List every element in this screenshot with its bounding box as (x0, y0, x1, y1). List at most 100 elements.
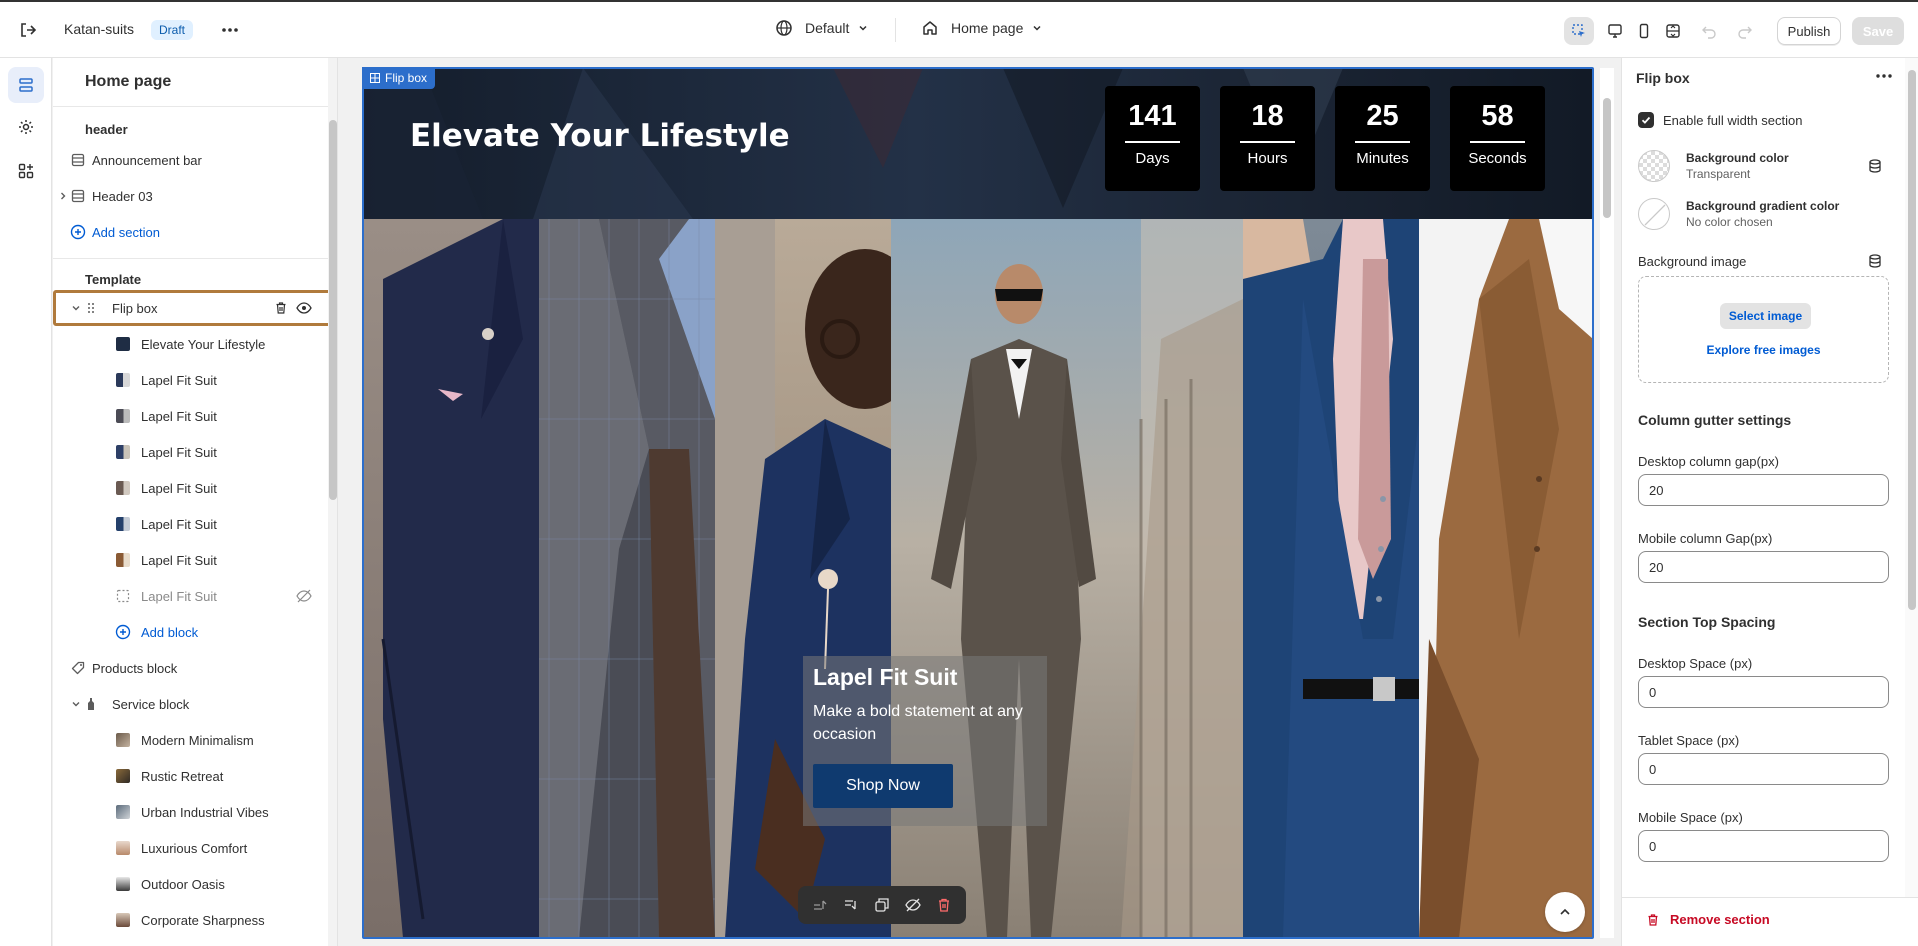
tree-item-announcement-bar[interactable]: Announcement bar (53, 144, 335, 176)
tree-item-header-03[interactable]: Header 03 (53, 180, 335, 212)
move-up-icon[interactable] (812, 897, 828, 913)
block-thumbnail (115, 804, 131, 820)
remove-section-button[interactable]: Remove section (1646, 912, 1770, 927)
tree-item-service-block[interactable]: Service block (53, 688, 335, 720)
tree-item-service[interactable]: Corporate Sharpness (53, 904, 335, 936)
select-image-button[interactable]: Select image (1720, 303, 1811, 329)
countdown-label: Seconds (1468, 150, 1527, 167)
divider (895, 18, 896, 42)
suit-image-panel[interactable] (363, 219, 539, 938)
publish-button[interactable]: Publish (1777, 17, 1841, 45)
chevron-down-icon[interactable] (70, 698, 82, 710)
suit-image-panel[interactable] (1419, 219, 1593, 938)
apps-icon[interactable] (8, 153, 44, 189)
move-down-icon[interactable] (843, 897, 859, 913)
shop-now-button[interactable]: Shop Now (813, 764, 953, 808)
tree-item-flip-box[interactable]: Flip box (53, 292, 335, 324)
database-icon[interactable] (1867, 253, 1883, 269)
add-block-button[interactable]: Add block (53, 616, 335, 648)
countdown-seconds: 58 Seconds (1450, 86, 1545, 191)
hero-title: Elevate Your Lifestyle (410, 118, 790, 154)
flip-card-overlay: Lapel Fit Suit Make a bold statement at … (803, 656, 1047, 826)
duplicate-icon[interactable] (874, 897, 890, 913)
desktop-space-input[interactable]: 0 (1638, 676, 1889, 708)
section-icon (70, 188, 86, 204)
tree-item-service[interactable]: Modern Minimalism (53, 724, 335, 756)
settings-panel: Flip box Enable full width section Backg… (1621, 58, 1918, 946)
tree-item-block[interactable]: Lapel Fit Suit (53, 436, 335, 468)
top-spacing-heading: Section Top Spacing (1638, 614, 1776, 630)
tree-item-service[interactable]: Rustic Retreat (53, 760, 335, 792)
canvas-scrollbar[interactable] (1600, 68, 1614, 938)
tree-item-label: Luxurious Comfort (141, 840, 248, 856)
mobile-view-icon[interactable] (1629, 17, 1659, 45)
block-thumbnail (115, 516, 131, 532)
tree-item-service[interactable]: Luxurious Comfort (53, 832, 335, 864)
settings-gear-icon[interactable] (8, 109, 44, 145)
tree-item-label: Elevate Your Lifestyle (141, 336, 266, 352)
eye-off-icon[interactable] (296, 588, 312, 604)
explore-free-images-link[interactable]: Explore free images (1639, 343, 1888, 357)
tree-item-block[interactable]: Elevate Your Lifestyle (53, 328, 335, 360)
chevron-right-icon[interactable] (57, 190, 69, 202)
mobile-space-input[interactable]: 0 (1638, 830, 1889, 862)
tree-item-service[interactable]: Urban Industrial Vibes (53, 796, 335, 828)
settings-scrollbar[interactable] (1905, 58, 1918, 897)
header-group-heading: header (85, 122, 128, 137)
more-actions-icon[interactable] (220, 22, 240, 38)
undo-icon[interactable] (1694, 17, 1724, 45)
mobile-gap-input[interactable]: 20 (1638, 551, 1889, 583)
theme-selector[interactable]: Default (775, 19, 869, 37)
desktop-view-icon[interactable] (1600, 17, 1630, 45)
section-selection-tag[interactable]: Flip box (362, 67, 436, 89)
page-selector[interactable]: Home page (921, 19, 1043, 37)
inspector-icon[interactable] (1564, 17, 1594, 45)
suit-image-panel[interactable] (1243, 219, 1419, 938)
tree-item-products-block[interactable]: Products block (53, 652, 335, 684)
tree-item-block[interactable]: Lapel Fit Suit (53, 400, 335, 432)
tree-item-block[interactable]: Lapel Fit Suit (53, 544, 335, 576)
background-gradient-swatch[interactable] (1638, 198, 1670, 230)
eye-icon[interactable] (296, 300, 312, 316)
background-image-dropzone[interactable]: Select image Explore free images (1638, 276, 1889, 383)
tree-item-block-hidden[interactable]: Lapel Fit Suit (53, 580, 335, 612)
flip-box-section[interactable]: Elevate Your Lifestyle 141 Days 18 Hours… (363, 68, 1593, 938)
drag-handle-icon[interactable] (83, 300, 99, 316)
tablet-space-label: Tablet Space (px) (1638, 733, 1740, 748)
trash-icon[interactable] (273, 300, 289, 316)
save-button[interactable]: Save (1852, 17, 1904, 45)
tree-item-block[interactable]: Lapel Fit Suit (53, 364, 335, 396)
chevron-down-icon (1033, 25, 1041, 31)
desktop-space-label: Desktop Space (px) (1638, 656, 1753, 671)
page-label: Home page (951, 20, 1024, 36)
scroll-to-top-button[interactable] (1545, 892, 1585, 932)
exit-icon[interactable] (18, 20, 38, 40)
tree-item-label: Outdoor Oasis (141, 876, 225, 892)
full-width-checkbox[interactable] (1638, 112, 1654, 128)
desktop-gap-input[interactable]: 20 (1638, 474, 1889, 506)
tree-item-block[interactable]: Lapel Fit Suit (53, 472, 335, 504)
suit-image-panel[interactable] (539, 219, 715, 938)
background-color-swatch[interactable] (1638, 150, 1670, 182)
suit-image-panel[interactable] (715, 219, 891, 938)
tree-item-service[interactable]: Outdoor Oasis (53, 868, 335, 900)
sections-icon[interactable] (8, 67, 44, 103)
more-options-icon[interactable] (1875, 72, 1893, 80)
delete-icon[interactable] (936, 897, 952, 913)
section-icon (70, 152, 86, 168)
block-thumbnail (115, 912, 131, 928)
tree-item-label: Lapel Fit Suit (141, 480, 217, 496)
featured-suit-image-panel[interactable] (891, 219, 1243, 938)
tree-item-block[interactable]: Lapel Fit Suit (53, 508, 335, 540)
grid-icon (370, 73, 380, 83)
full-width-view-icon[interactable] (1658, 17, 1688, 45)
column-gutter-heading: Column gutter settings (1638, 412, 1792, 428)
panel-scrollbar[interactable] (328, 58, 337, 946)
database-icon[interactable] (1867, 158, 1883, 174)
add-section-button[interactable]: Add section (53, 216, 335, 248)
chevron-down-icon[interactable] (70, 302, 82, 314)
background-color-label: Background color (1686, 151, 1789, 165)
tablet-space-input[interactable]: 0 (1638, 753, 1889, 785)
hide-icon[interactable] (905, 897, 921, 913)
redo-icon[interactable] (1730, 17, 1760, 45)
